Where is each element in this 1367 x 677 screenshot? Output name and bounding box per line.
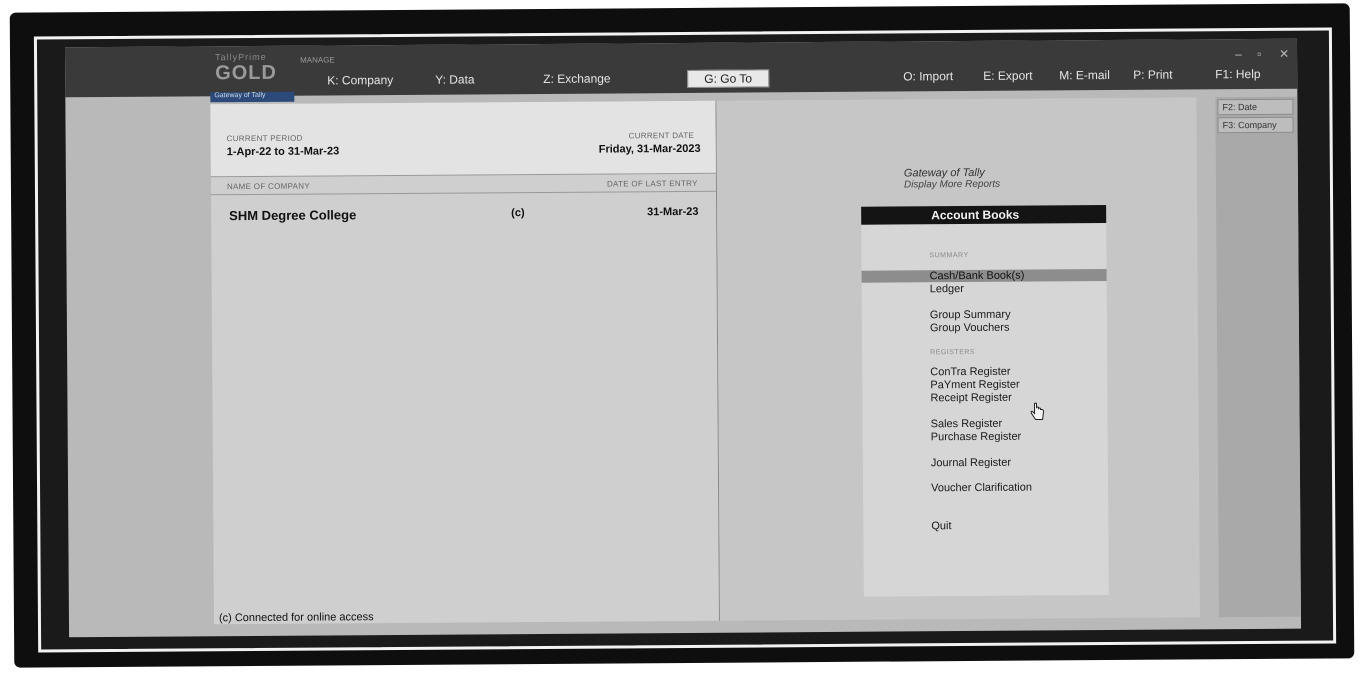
company-row-name[interactable]: SHM Degree College [229, 207, 356, 223]
section-summary: SUMMARY [929, 251, 969, 260]
minimize-icon[interactable]: – [1235, 47, 1242, 61]
company-button[interactable]: F3: Company [1217, 116, 1294, 134]
current-date-label: CURRENT DATE [628, 130, 695, 141]
menu-email[interactable]: M: E-mail [1059, 68, 1110, 82]
right-button-bar: F2: Date F3: Company [1215, 96, 1301, 618]
menu-item-group-summary[interactable]: Group Summary [930, 309, 1011, 322]
menu-item-sales-register[interactable]: Sales Register [931, 418, 1003, 430]
menu-print[interactable]: P: Print [1133, 68, 1172, 82]
last-entry-header: DATE OF LAST ENTRY [606, 178, 698, 189]
header-divider [211, 190, 716, 196]
connection-status: (c) Connected for online access [218, 611, 374, 625]
company-name-header: NAME OF COMPANY [226, 181, 311, 192]
hand-cursor-icon [1029, 402, 1045, 427]
period-box: CURRENT PERIOD 1-Apr-22 to 31-Mar-23 CUR… [210, 100, 716, 178]
menu-import[interactable]: O: Import [903, 69, 953, 83]
menu-item-payment-register[interactable]: PaYment Register [930, 379, 1019, 392]
brand-name: TallyPrime [215, 51, 267, 63]
menu-item-quit[interactable]: Quit [931, 520, 951, 532]
menu-export[interactable]: E: Export [983, 69, 1032, 83]
current-period-value: 1-Apr-22 to 31-Mar-23 [226, 145, 340, 159]
menu-item-contra-register[interactable]: ConTra Register [930, 366, 1010, 379]
menu-item-purchase-register[interactable]: Purchase Register [931, 431, 1022, 444]
menu-data[interactable]: Y: Data [435, 72, 474, 86]
gateway-subtitle: Display More Reports [903, 178, 1001, 191]
menu-help[interactable]: F1: Help [1215, 67, 1260, 81]
gateway-title: Gateway of Tally [903, 166, 985, 180]
close-icon[interactable]: ✕ [1279, 47, 1289, 61]
menu-item-journal-register[interactable]: Journal Register [931, 457, 1011, 470]
gateway-tab: Gateway of Tally [210, 91, 295, 103]
company-row-last-entry: 31-Mar-23 [647, 205, 699, 219]
section-registers: REGISTERS [930, 348, 976, 357]
monitor-frame: TallyPrime GOLD MANAGE K: Company Y: Dat… [33, 27, 1337, 653]
current-period-label: CURRENT PERIOD [226, 133, 303, 144]
maximize-icon[interactable]: ▫ [1257, 47, 1261, 61]
menu-goto[interactable]: G: Go To [687, 69, 770, 88]
menu-company[interactable]: K: Company [327, 73, 393, 87]
account-books-menu: Account Books SUMMARY Cash/Bank Book(s) … [861, 205, 1109, 597]
menu-item-voucher-clarification[interactable]: Voucher Clarification [931, 482, 1032, 495]
menu-item-cash-bank-books[interactable]: Cash/Bank Book(s) [861, 269, 1107, 283]
company-info-panel: CURRENT PERIOD 1-Apr-22 to 31-Mar-23 CUR… [210, 100, 720, 625]
brand-edition: GOLD [215, 61, 278, 85]
current-date-value: Friday, 31-Mar-2023 [598, 142, 701, 156]
monitor-bezel: TallyPrime GOLD MANAGE K: Company Y: Dat… [9, 3, 1355, 668]
top-menu-bar: TallyPrime GOLD MANAGE K: Company Y: Dat… [64, 38, 1298, 98]
manage-label: MANAGE [300, 55, 335, 65]
menu-item-ledger[interactable]: Ledger [930, 283, 964, 295]
company-row-flag: (c) [511, 207, 525, 220]
menu-item-group-vouchers[interactable]: Group Vouchers [930, 322, 1010, 335]
date-button[interactable]: F2: Date [1217, 98, 1294, 116]
menu-item-receipt-register[interactable]: Receipt Register [930, 392, 1011, 405]
tally-screen: TallyPrime GOLD MANAGE K: Company Y: Dat… [64, 38, 1302, 638]
menu-exchange[interactable]: Z: Exchange [543, 71, 610, 85]
windows-taskbar: ▲ ◧ [509, 636, 1300, 638]
account-books-header: Account Books [861, 205, 1107, 225]
